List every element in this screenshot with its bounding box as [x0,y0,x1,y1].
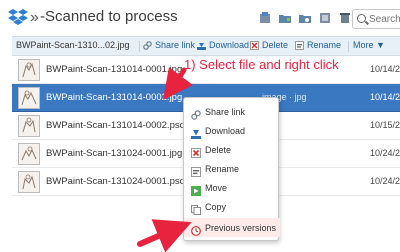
file-thumbnail [18,59,40,81]
header-bar: » -Scanned to process [0,0,400,36]
file-modified-date: 10/24/201 [370,176,400,186]
more-button[interactable]: More ▼ [353,40,385,50]
file-name: BWPaint-Scan-131014-0001.jpg [46,64,183,75]
file-modified-date: 10/15/201 [370,120,400,130]
file-modified-date: 10/14/201 [370,92,400,102]
file-thumbnail [18,143,40,165]
annotation-step1-text: 1) Select file and right click [184,57,339,72]
context-menu-label: Delete [205,144,232,155]
context-menu-label: Copy [205,201,227,212]
download-icon [191,126,201,139]
copy-icon [191,202,201,215]
file-thumbnail [18,87,40,109]
toolbar-divider [139,41,140,52]
file-thumbnail [18,171,40,193]
share-link-label: Share link [155,40,196,50]
delete-label: Delete [262,40,289,50]
context-menu-item-share-link[interactable]: Share link [184,102,280,121]
delete-button[interactable]: Delete [250,40,288,50]
search-box[interactable] [352,9,400,29]
new-folder-icon[interactable] [279,11,291,23]
download-icon [197,41,206,50]
file-modified-date: 10/24/201 [370,148,400,158]
context-menu: Share link Download Delete Rename Move C… [183,97,280,241]
previous-versions-icon [191,223,201,236]
delete-icon [191,145,201,158]
context-menu-label: Move [205,182,228,193]
move-icon [191,183,201,196]
download-button[interactable]: Download [197,40,249,50]
rename-button[interactable]: Rename [295,40,341,50]
context-menu-label: Share link [205,106,246,117]
shared-folder-icon[interactable] [299,11,311,23]
rename-label: Rename [307,40,342,50]
dropbox-logo-icon[interactable] [8,8,28,26]
context-menu-item-previous-versions[interactable]: Previous versions [184,218,280,237]
link-icon [143,40,152,50]
context-menu-label: Previous versions [205,222,277,233]
more-label: More ▼ [353,40,385,50]
file-name: BWPaint-Scan-131014-0002.psd [46,120,185,131]
context-menu-label: Rename [205,163,240,174]
upload-icon[interactable] [259,11,271,23]
context-menu-item-copy[interactable]: Copy [184,197,280,216]
file-name: BWPaint-Scan-131024-0001.jpg [46,148,183,159]
file-name: BWPaint-Scan-131024-0001.psd [46,176,185,187]
search-input[interactable] [369,12,400,26]
file-actions-toolbar: BWPaint-Scan-1310...02.jpg Share link Do… [12,36,400,56]
rename-icon [191,164,201,177]
file-thumbnail [18,115,40,137]
context-menu-item-delete[interactable]: Delete [184,140,280,159]
breadcrumb-separator: » [30,9,39,26]
search-icon [357,14,366,23]
link-icon [191,107,201,120]
delete-icon [250,40,259,50]
context-menu-item-download[interactable]: Download [184,121,280,140]
deleted-files-icon[interactable] [339,11,351,23]
share-link-button[interactable]: Share link [143,40,195,50]
rename-icon [295,40,304,50]
context-menu-item-rename[interactable]: Rename [184,159,280,178]
download-label: Download [209,40,250,50]
context-menu-item-move[interactable]: Move [184,178,280,197]
file-name: BWPaint-Scan-131014-0002.jpg [46,92,183,103]
annotation-arrow-to-previous-versions [137,219,192,252]
file-modified-date: 10/14/201 [370,64,400,74]
selected-file-name: BWPaint-Scan-1310...02.jpg [16,40,130,50]
context-menu-label: Download [205,125,246,136]
page-title: -Scanned to process [40,8,178,25]
toolbar-divider [348,41,349,52]
header-actions [259,11,351,23]
share-icon[interactable] [319,11,331,23]
